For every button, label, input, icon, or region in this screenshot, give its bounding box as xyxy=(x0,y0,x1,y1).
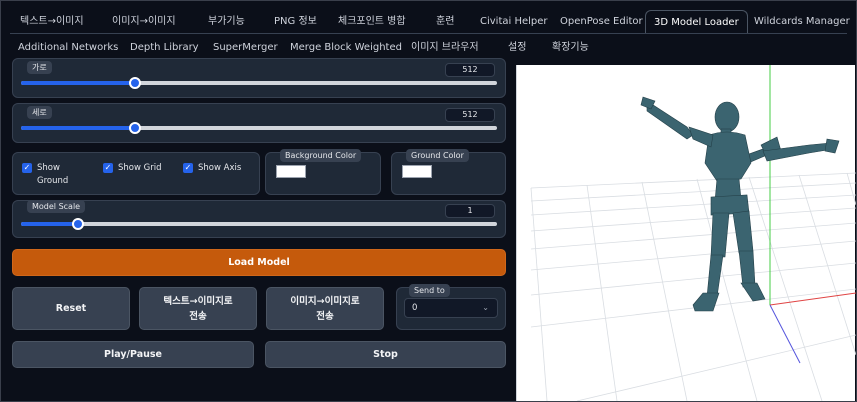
3d-viewport[interactable] xyxy=(516,65,857,402)
reset-button[interactable]: Reset xyxy=(12,287,130,330)
background-color-swatch[interactable] xyxy=(276,165,306,178)
show-axis-checkbox[interactable]: ✓ Show Axis xyxy=(183,162,241,175)
load-model-button[interactable]: Load Model xyxy=(12,249,506,276)
tab-divider xyxy=(10,33,847,34)
send-to-value: 0 xyxy=(412,303,418,313)
tab-wildcards-manager[interactable]: Wildcards Manager xyxy=(746,10,857,34)
check-icon: ✓ xyxy=(183,163,193,173)
show-grid-checkbox[interactable]: ✓ Show Grid xyxy=(103,162,161,175)
background-color-panel: Background Color xyxy=(265,149,381,195)
tab-depth-library[interactable]: Depth Library xyxy=(122,36,207,60)
width-slider-fill xyxy=(21,81,136,85)
tab-extensions[interactable]: 확장기능 xyxy=(544,36,597,60)
tab-bar-secondary: Additional Networks Depth Library SuperM… xyxy=(0,36,857,60)
show-ground-label: Show Ground xyxy=(37,163,69,186)
tab-png-info[interactable]: PNG 정보 xyxy=(266,10,325,34)
tab-img2img[interactable]: 이미지→이미지 xyxy=(104,10,184,34)
height-slider-fill xyxy=(21,126,136,130)
tab-additional-networks[interactable]: Additional Networks xyxy=(10,36,126,60)
ground-color-label: Ground Color xyxy=(406,149,469,162)
tab-extras[interactable]: 부가기능 xyxy=(200,10,253,34)
check-icon: ✓ xyxy=(103,163,113,173)
display-options-panel: ✓ Show Ground ✓ Show Grid ✓ Show Axis xyxy=(12,152,260,195)
tab-train[interactable]: 훈련 xyxy=(428,10,462,34)
show-axis-label: Show Axis xyxy=(198,163,242,173)
model-scale-slider-thumb[interactable] xyxy=(72,218,85,230)
height-slider-thumb[interactable] xyxy=(129,122,142,134)
3d-scene[interactable] xyxy=(517,65,857,402)
tab-txt2img[interactable]: 텍스트→이미지 xyxy=(12,10,92,34)
width-label: 가로 xyxy=(27,61,52,74)
height-slider[interactable] xyxy=(21,122,497,134)
model-scale-slider[interactable] xyxy=(21,218,497,230)
height-number-input[interactable]: 512 xyxy=(445,108,495,122)
mannequin-model[interactable] xyxy=(640,96,840,312)
send-to-panel: Send to 0 ⌄ xyxy=(396,284,506,330)
tab-civitai-helper[interactable]: Civitai Helper xyxy=(472,10,556,34)
x-axis-line xyxy=(769,292,857,306)
send-to-img2img-button[interactable]: 이미지→이미지로 전송 xyxy=(266,287,384,330)
background-color-label: Background Color xyxy=(280,149,362,162)
tab-settings[interactable]: 설정 xyxy=(500,36,534,60)
stop-button[interactable]: Stop xyxy=(265,341,506,368)
height-slider-panel: 세로 512 xyxy=(12,103,506,143)
width-number-input[interactable]: 512 xyxy=(445,63,495,77)
height-label: 세로 xyxy=(27,106,52,119)
ground-color-swatch[interactable] xyxy=(402,165,432,178)
show-ground-checkbox[interactable]: ✓ Show Ground xyxy=(22,162,68,188)
tab-3d-model-loader[interactable]: 3D Model Loader xyxy=(645,10,748,34)
send-to-txt2img-button[interactable]: 텍스트→이미지로 전송 xyxy=(139,287,257,330)
tab-openpose-editor[interactable]: OpenPose Editor xyxy=(552,10,651,34)
model-scale-number-input[interactable]: 1 xyxy=(445,204,495,218)
send-to-label: Send to xyxy=(409,284,450,297)
ground-grid xyxy=(530,172,857,402)
check-icon: ✓ xyxy=(22,163,32,173)
width-slider[interactable] xyxy=(21,77,497,89)
model-scale-panel: Model Scale 1 xyxy=(12,200,506,238)
play-pause-button[interactable]: Play/Pause xyxy=(12,341,254,368)
chevron-down-icon: ⌄ xyxy=(482,303,489,312)
show-grid-label: Show Grid xyxy=(118,163,162,173)
width-slider-panel: 가로 512 xyxy=(12,58,506,98)
tab-bar-primary: 텍스트→이미지 이미지→이미지 부가기능 PNG 정보 체크포인트 병합 훈련 … xyxy=(0,10,857,34)
width-slider-thumb[interactable] xyxy=(129,77,142,89)
ground-color-panel: Ground Color xyxy=(391,149,506,195)
model-scale-slider-fill xyxy=(21,222,79,226)
tab-image-browser[interactable]: 이미지 브라우저 xyxy=(403,36,487,60)
tab-merge-block-weighted[interactable]: Merge Block Weighted xyxy=(282,36,410,60)
tab-supermerger[interactable]: SuperMerger xyxy=(205,36,286,60)
tab-checkpoint-merger[interactable]: 체크포인트 병합 xyxy=(330,10,414,34)
model-scale-label: Model Scale xyxy=(27,200,86,213)
send-to-dropdown[interactable]: 0 ⌄ xyxy=(404,298,498,318)
